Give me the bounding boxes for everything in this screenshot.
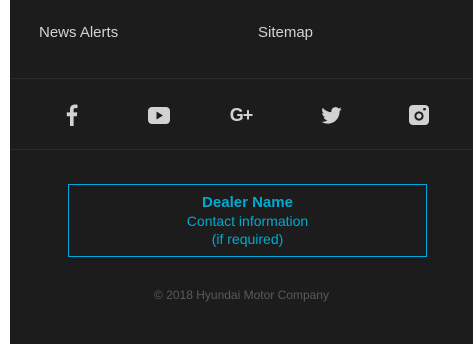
- twitter-icon: [320, 106, 342, 124]
- youtube-link[interactable]: [145, 101, 173, 129]
- facebook-link[interactable]: [58, 101, 86, 129]
- instagram-link[interactable]: [405, 101, 433, 129]
- instagram-icon: [409, 105, 429, 125]
- dealer-contact-info: Contact information: [186, 212, 309, 229]
- dealer-info-box: Dealer Name Contact information (if requ…: [68, 184, 427, 257]
- google-plus-link[interactable]: G+: [227, 101, 255, 129]
- dealer-name: Dealer Name: [202, 193, 293, 211]
- copyright-text: © 2018 Hyundai Motor Company: [154, 288, 329, 302]
- sitemap-link[interactable]: Sitemap: [258, 24, 313, 41]
- social-links-row: G+: [10, 79, 473, 150]
- footer-links-row: News Alerts Sitemap: [10, 0, 473, 79]
- twitter-link[interactable]: [317, 101, 345, 129]
- news-alerts-link[interactable]: News Alerts: [39, 24, 118, 41]
- dealer-note: (if required): [211, 230, 284, 247]
- facebook-icon: [66, 104, 78, 126]
- youtube-icon: [148, 106, 170, 124]
- site-footer: News Alerts Sitemap G+ Dealer Name Conta…: [10, 0, 473, 344]
- google-plus-icon: G+: [229, 104, 253, 125]
